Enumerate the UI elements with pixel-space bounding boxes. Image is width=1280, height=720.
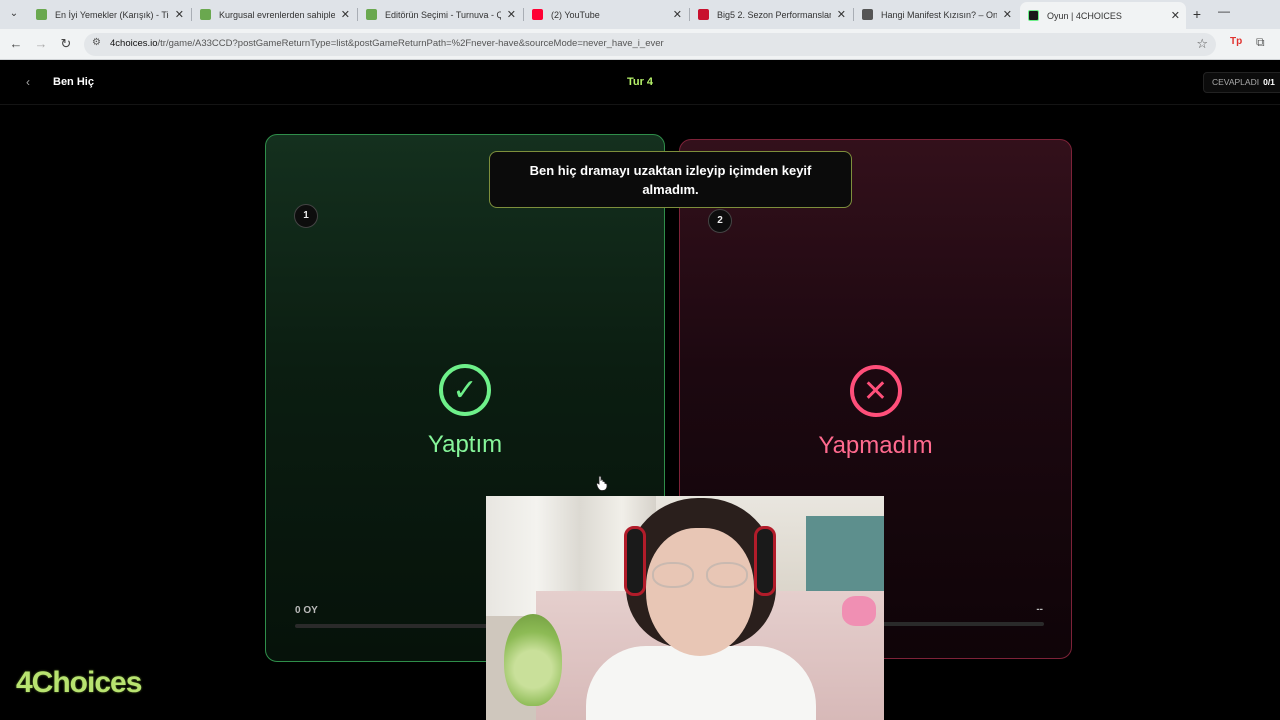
question-prompt: Ben hiç dramayı uzaktan izleyip içimden … bbox=[489, 151, 852, 208]
favicon-icon bbox=[698, 9, 709, 20]
browser-tab[interactable]: Big5 2. Sezon Performansları | U ✕ bbox=[690, 4, 852, 25]
close-tab-icon[interactable]: ✕ bbox=[341, 8, 350, 21]
vote-count-no: -- bbox=[1036, 604, 1043, 615]
option-number-badge: 1 bbox=[294, 204, 318, 228]
browser-toolbar: ← → ↻ ⚙ 4choices.io/tr/game/A33CCD?postG… bbox=[0, 29, 1280, 60]
streamer-face bbox=[646, 528, 754, 656]
answered-count: 0/1 bbox=[1263, 77, 1275, 87]
tab-title: Editörün Seçimi - Turnuva - Qu bbox=[385, 9, 501, 20]
favicon-icon bbox=[1028, 10, 1039, 21]
option-label-no: Yapmadım bbox=[818, 432, 933, 459]
answered-counter: CEVAPLADI 0/1 bbox=[1203, 72, 1280, 93]
browser-tab-active[interactable]: Oyun | 4CHOICES ✕ bbox=[1020, 2, 1186, 29]
tab-title: Hangi Manifest Kızısın? – Onca bbox=[881, 9, 997, 20]
browser-tab[interactable]: Kurgusal evrenlerden sahiplenm ✕ bbox=[192, 4, 356, 25]
close-tab-icon[interactable]: ✕ bbox=[507, 8, 516, 21]
mouse-pointer-icon bbox=[596, 475, 608, 491]
tab-title: Kurgusal evrenlerden sahiplenm bbox=[219, 9, 335, 20]
streamer bbox=[586, 646, 816, 720]
new-tab-icon[interactable]: + bbox=[1189, 6, 1205, 22]
tab-title: Big5 2. Sezon Performansları | U bbox=[717, 9, 831, 20]
tab-search-icon[interactable]: ⌄ bbox=[6, 6, 22, 22]
url-text: 4choices.io/tr/game/A33CCD?postGameRetur… bbox=[110, 38, 664, 49]
game-header: ‹ Ben Hiç Tur 4 CEVAPLADI 0/1 bbox=[0, 61, 1280, 105]
option-number-badge: 2 bbox=[708, 209, 732, 233]
favicon-icon bbox=[366, 9, 377, 20]
webcam-overlay bbox=[486, 496, 884, 720]
browser-tab[interactable]: En İyi Yemekler (Karışık) - Tier L ✕ bbox=[28, 4, 190, 25]
tab-title: Oyun | 4CHOICES bbox=[1047, 10, 1122, 21]
4choices-logo: 4Choices bbox=[16, 666, 142, 699]
answered-label: CEVAPLADI bbox=[1212, 77, 1260, 87]
browser-tabstrip: ⌄ En İyi Yemekler (Karışık) - Tier L ✕ K… bbox=[0, 0, 1280, 29]
round-indicator: Tur 4 bbox=[626, 76, 654, 88]
close-tab-icon[interactable]: ✕ bbox=[837, 8, 846, 21]
tab-title: (2) YouTube bbox=[551, 9, 600, 20]
url-host: 4choices.io bbox=[110, 38, 158, 49]
extension-icon[interactable]: Tp bbox=[1230, 36, 1242, 47]
headset-icon bbox=[754, 526, 776, 596]
pink-pillow bbox=[842, 596, 876, 626]
option-label-yes: Yaptım bbox=[427, 431, 503, 458]
check-circle-icon: ✓ bbox=[439, 364, 491, 416]
avocado-plush bbox=[504, 614, 562, 706]
favicon-icon bbox=[36, 9, 47, 20]
browser-tab[interactable]: Editörün Seçimi - Turnuva - Qu ✕ bbox=[358, 4, 522, 25]
site-info-icon[interactable]: ⚙ bbox=[92, 37, 101, 48]
favicon-icon bbox=[862, 9, 873, 20]
forward-arrow-icon[interactable]: → bbox=[33, 36, 49, 52]
bookmark-star-icon[interactable]: ☆ bbox=[1196, 36, 1208, 52]
address-bar[interactable]: ⚙ 4choices.io/tr/game/A33CCD?postGameRet… bbox=[84, 33, 1216, 56]
headset-icon bbox=[624, 526, 646, 596]
back-arrow-icon[interactable]: ← bbox=[8, 36, 24, 52]
vote-count-yes: 0 OY bbox=[295, 605, 318, 616]
reload-icon[interactable]: ↻ bbox=[58, 36, 74, 52]
x-circle-icon: ✕ bbox=[849, 365, 902, 417]
browser-tab[interactable]: Hangi Manifest Kızısın? – Onca ✕ bbox=[854, 4, 1018, 25]
url-path: /tr/game/A33CCD?postGameReturnType=list&… bbox=[157, 38, 664, 49]
extensions-puzzle-icon[interactable]: ⧉ bbox=[1256, 35, 1265, 50]
tab-title: En İyi Yemekler (Karışık) - Tier L bbox=[55, 9, 169, 20]
glasses bbox=[652, 562, 748, 588]
youtube-favicon-icon bbox=[532, 9, 543, 20]
close-tab-icon[interactable]: ✕ bbox=[673, 8, 682, 21]
favicon-icon bbox=[200, 9, 211, 20]
close-tab-icon[interactable]: ✕ bbox=[1171, 9, 1180, 22]
close-tab-icon[interactable]: ✕ bbox=[1003, 8, 1012, 21]
close-tab-icon[interactable]: ✕ bbox=[175, 8, 184, 21]
browser-tab[interactable]: (2) YouTube ✕ bbox=[524, 4, 688, 25]
webcam-background bbox=[806, 516, 884, 596]
minimize-icon[interactable]: — bbox=[1218, 4, 1230, 18]
